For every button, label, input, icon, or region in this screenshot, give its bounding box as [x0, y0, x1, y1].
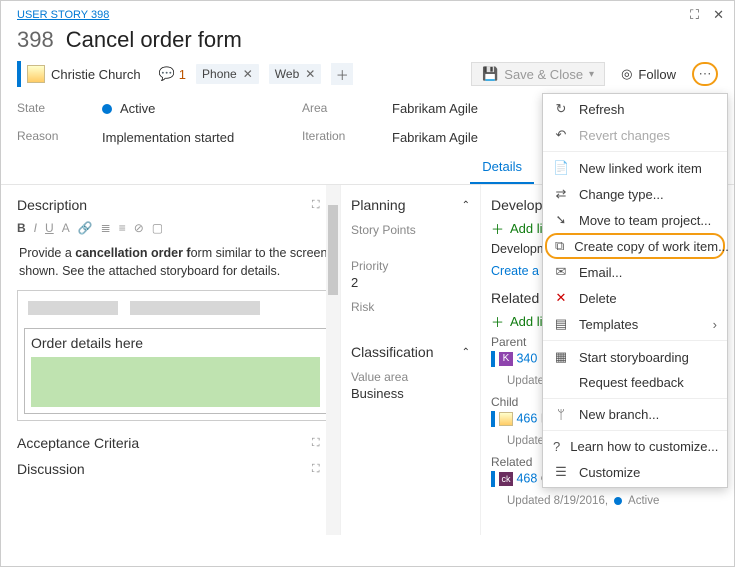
numbered-list-icon[interactable]: ≡	[119, 221, 126, 235]
menu-create-copy[interactable]: ⧉Create copy of work item...	[545, 233, 725, 259]
scrollbar[interactable]	[326, 185, 340, 535]
menu-email[interactable]: ✉Email...	[543, 259, 727, 285]
description-heading: Description	[17, 197, 87, 213]
copy-icon: ⧉	[555, 238, 564, 254]
plus-icon: ＋	[491, 312, 504, 331]
bullet-list-icon[interactable]: ≣	[101, 221, 111, 235]
state-label: State	[17, 101, 72, 115]
acceptance-heading: Acceptance Criteria	[17, 435, 139, 451]
menu-refresh[interactable]: ↻Refresh	[543, 96, 727, 122]
refresh-icon: ↻	[553, 101, 569, 117]
classification-heading: Classification	[351, 344, 433, 360]
menu-storyboard[interactable]: ▦Start storyboarding	[543, 344, 727, 370]
comments-indicator[interactable]: 💬 1	[159, 66, 186, 82]
image-icon[interactable]: ▢	[152, 221, 163, 235]
branch-icon: ᛘ	[553, 407, 569, 422]
assignee-field[interactable]: Christie Church	[17, 61, 141, 87]
reason-label: Reason	[17, 129, 72, 143]
value-area-value[interactable]: Business	[351, 386, 470, 401]
expand-icon[interactable]: ⛶	[312, 463, 320, 476]
iteration-label: Iteration	[302, 129, 362, 143]
maximize-icon[interactable]: ⛶	[690, 7, 699, 23]
risk-label: Risk	[351, 300, 470, 314]
add-tag-button[interactable]: ＋	[331, 63, 353, 85]
menu-revert: ↶Revert changes	[543, 122, 727, 148]
tag-remove-icon[interactable]: ✕	[243, 67, 253, 81]
tab-details[interactable]: Details	[470, 151, 534, 184]
chevron-right-icon: ›	[713, 317, 717, 332]
eye-icon: ◎	[621, 66, 632, 82]
state-field[interactable]: Active	[102, 101, 272, 116]
font-color-icon[interactable]: A	[62, 221, 70, 235]
assignee-name: Christie Church	[51, 67, 141, 82]
menu-new-linked[interactable]: 📄New linked work item	[543, 155, 727, 181]
area-field[interactable]: Fabrikam Agile	[392, 101, 478, 116]
story-points-label: Story Points	[351, 223, 470, 237]
template-icon: ▤	[553, 316, 569, 332]
underline-icon[interactable]: U	[45, 221, 54, 235]
italic-icon[interactable]: I	[34, 221, 37, 235]
value-area-label: Value area	[351, 370, 470, 384]
menu-customize[interactable]: ☰Customize	[543, 459, 727, 485]
planning-heading: Planning	[351, 197, 406, 213]
reason-field[interactable]: Implementation started	[102, 130, 272, 145]
help-icon: ?	[553, 439, 560, 454]
menu-move-project[interactable]: ➘Move to team project...	[543, 207, 727, 233]
follow-button[interactable]: ◎ Follow	[615, 63, 682, 85]
menu-templates[interactable]: ▤Templates›	[543, 311, 727, 337]
ellipsis-icon: ⋯	[699, 66, 712, 82]
menu-new-branch[interactable]: ᛘNew branch...	[543, 402, 727, 427]
rich-text-toolbar[interactable]: B I U A 🔗 ≣ ≡ ⊘ ▢	[17, 219, 334, 241]
chevron-down-icon: ▾	[589, 69, 594, 80]
undo-icon: ↶	[553, 127, 569, 143]
delete-icon: ✕	[553, 290, 569, 306]
email-icon: ✉	[553, 264, 569, 280]
chevron-up-icon[interactable]: ⌃	[462, 347, 470, 358]
tag-web[interactable]: Web ✕	[269, 64, 322, 84]
new-item-icon: 📄	[553, 160, 569, 176]
work-item-title[interactable]: Cancel order form	[66, 27, 242, 53]
comment-icon: 💬	[159, 66, 175, 82]
avatar-icon	[27, 65, 45, 83]
close-icon[interactable]: ✕	[713, 7, 724, 23]
actions-menu: ↻Refresh ↶Revert changes 📄New linked wor…	[542, 93, 728, 488]
save-close-button: 💾 Save & Close ▾	[471, 62, 605, 86]
plus-icon: ＋	[491, 219, 504, 238]
breadcrumb-link[interactable]: USER STORY 398	[17, 9, 109, 21]
menu-change-type[interactable]: ⇄Change type...	[543, 181, 727, 207]
discussion-heading: Discussion	[17, 461, 85, 477]
link-icon[interactable]: 🔗	[78, 221, 93, 235]
iteration-field[interactable]: Fabrikam Agile	[392, 130, 478, 145]
more-actions-button[interactable]: ⋯	[692, 62, 718, 86]
work-item-id: 398	[17, 27, 54, 53]
chevron-up-icon[interactable]: ⌃	[462, 200, 470, 211]
storyboard-icon: ▦	[553, 349, 569, 365]
menu-feedback[interactable]: Request feedback	[543, 370, 727, 395]
tag-remove-icon[interactable]: ✕	[305, 67, 315, 81]
state-dot-icon	[102, 104, 112, 114]
comment-count: 1	[179, 67, 186, 82]
save-icon: 💾	[482, 66, 498, 82]
change-type-icon: ⇄	[553, 186, 569, 202]
move-icon: ➘	[553, 212, 569, 228]
menu-learn-customize[interactable]: ?Learn how to customize...	[543, 434, 727, 459]
mockup-image: Order details here	[17, 290, 334, 421]
expand-icon[interactable]: ⛶	[312, 199, 320, 212]
clear-format-icon[interactable]: ⊘	[134, 221, 144, 235]
menu-delete[interactable]: ✕Delete	[543, 285, 727, 311]
expand-icon[interactable]: ⛶	[312, 437, 320, 450]
priority-value[interactable]: 2	[351, 275, 470, 290]
description-text[interactable]: Provide a cancellation order form simila…	[17, 241, 334, 284]
tag-phone[interactable]: Phone ✕	[196, 64, 259, 84]
bold-icon[interactable]: B	[17, 221, 26, 235]
area-label: Area	[302, 101, 362, 115]
priority-label: Priority	[351, 259, 470, 273]
customize-icon: ☰	[553, 464, 569, 480]
